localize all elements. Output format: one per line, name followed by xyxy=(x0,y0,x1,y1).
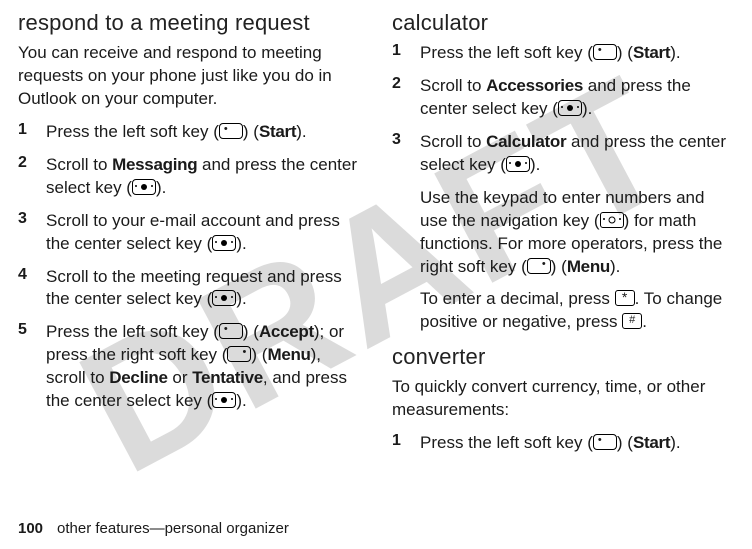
steps-respond: 1 Press the left soft key () (Start). 2 … xyxy=(18,121,360,413)
page-footer: 100 other features—personal organizer xyxy=(18,520,289,537)
center-select-icon xyxy=(132,179,156,195)
step-text: Scroll to your e-mail account and press … xyxy=(46,210,360,256)
step-num: 3 xyxy=(392,131,406,177)
center-select-icon xyxy=(212,290,236,306)
step-num: 2 xyxy=(18,154,32,200)
step-2: 2 Scroll to Messaging and press the cent… xyxy=(18,154,360,200)
step-text: Scroll to Accessories and press the cent… xyxy=(420,75,734,121)
calc-step-3: 3 Scroll to Calculator and press the cen… xyxy=(392,131,734,177)
step-text: Press the left soft key () (Start). xyxy=(46,121,307,144)
step-text: Press the left soft key () (Start). xyxy=(420,432,681,455)
left-softkey-icon xyxy=(219,123,243,139)
steps-converter: 1 Press the left soft key () (Start). xyxy=(392,432,734,455)
left-column: respond to a meeting request You can rec… xyxy=(18,10,360,505)
center-select-icon xyxy=(558,100,582,116)
page-number: 100 xyxy=(18,520,43,537)
left-softkey-icon xyxy=(219,323,243,339)
center-select-icon xyxy=(212,235,236,251)
intro-converter: To quickly convert currency, time, or ot… xyxy=(392,376,734,422)
step-num: 5 xyxy=(18,321,32,413)
step-text: Scroll to the meeting request and press … xyxy=(46,266,360,312)
step-4: 4 Scroll to the meeting request and pres… xyxy=(18,266,360,312)
step-text: Scroll to Messaging and press the center… xyxy=(46,154,360,200)
navigation-key-icon xyxy=(600,212,624,228)
step-5: 5 Press the left soft key () (Accept); o… xyxy=(18,321,360,413)
right-column: calculator 1 Press the left soft key () … xyxy=(392,10,734,505)
right-softkey-icon xyxy=(227,346,251,362)
calc-note-1: Use the keypad to enter numbers and use … xyxy=(420,187,734,279)
calc-step-2: 2 Scroll to Accessories and press the ce… xyxy=(392,75,734,121)
center-select-icon xyxy=(212,392,236,408)
step-num: 2 xyxy=(392,75,406,121)
step-num: 1 xyxy=(392,432,406,455)
step-num: 4 xyxy=(18,266,32,312)
steps-calculator: 1 Press the left soft key () (Start). 2 … xyxy=(392,42,734,177)
step-text: Press the left soft key () (Start). xyxy=(420,42,681,65)
step-3: 3 Scroll to your e-mail account and pres… xyxy=(18,210,360,256)
right-softkey-icon xyxy=(527,258,551,274)
star-key-icon xyxy=(615,290,635,306)
left-softkey-icon xyxy=(593,44,617,60)
intro-respond: You can receive and respond to meeting r… xyxy=(18,42,360,111)
calc-note-2: To enter a decimal, press . To change po… xyxy=(420,288,734,334)
heading-converter: converter xyxy=(392,344,734,370)
center-select-icon xyxy=(506,156,530,172)
step-num: 1 xyxy=(18,121,32,144)
footer-text: other features—personal organizer xyxy=(57,520,289,537)
hash-key-icon xyxy=(622,313,642,329)
step-num: 1 xyxy=(392,42,406,65)
step-num: 3 xyxy=(18,210,32,256)
step-text: Press the left soft key () (Accept); or … xyxy=(46,321,360,413)
step-1: 1 Press the left soft key () (Start). xyxy=(18,121,360,144)
calc-step-1: 1 Press the left soft key () (Start). xyxy=(392,42,734,65)
conv-step-1: 1 Press the left soft key () (Start). xyxy=(392,432,734,455)
heading-respond: respond to a meeting request xyxy=(18,10,360,36)
step-text: Scroll to Calculator and press the cente… xyxy=(420,131,734,177)
left-softkey-icon xyxy=(593,434,617,450)
heading-calculator: calculator xyxy=(392,10,734,36)
page-columns: respond to a meeting request You can rec… xyxy=(0,0,752,505)
